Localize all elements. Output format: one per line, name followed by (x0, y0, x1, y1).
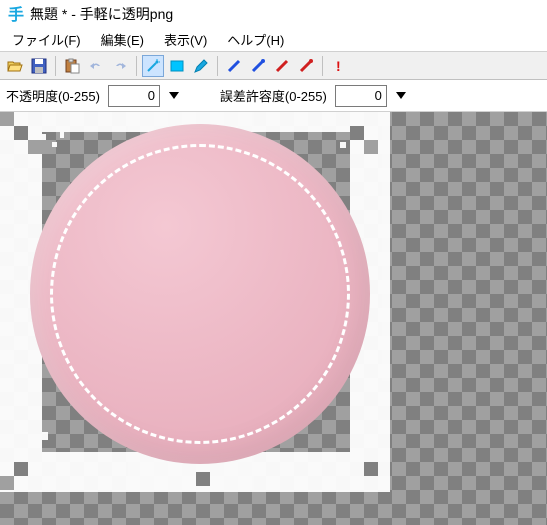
menu-file[interactable]: ファイル(F) (4, 28, 89, 51)
alert-icon[interactable]: ! (328, 55, 350, 77)
opacity-label: 不透明度(0-255) (6, 86, 100, 105)
paste-icon[interactable] (61, 55, 83, 77)
param-bar: 不透明度(0-255) 誤差許容度(0-255) (0, 80, 547, 112)
window-title: 無題 * - 手軽に透明png (30, 4, 173, 24)
open-icon[interactable] (4, 55, 26, 77)
tolerance-input[interactable] (335, 85, 387, 107)
svg-text:!: ! (336, 58, 341, 74)
canvas-area (0, 112, 547, 525)
eraser-tool-icon[interactable] (166, 55, 188, 77)
canvas[interactable] (0, 112, 547, 525)
undo-icon[interactable] (85, 55, 107, 77)
redo-icon[interactable] (109, 55, 131, 77)
fill-darkred-icon[interactable] (295, 55, 317, 77)
tolerance-label: 誤差許容度(0-255) (220, 86, 327, 105)
image-circle (30, 124, 370, 464)
svg-text:手: 手 (8, 5, 24, 23)
separator (136, 56, 137, 76)
separator (55, 56, 56, 76)
menu-edit[interactable]: 編集(E) (93, 28, 152, 51)
fill-cyan-icon[interactable] (247, 55, 269, 77)
titlebar: 手 無題 * - 手軽に透明png (0, 0, 547, 28)
opacity-dropdown-icon[interactable] (168, 89, 182, 103)
fill-blue-icon[interactable] (223, 55, 245, 77)
toolbar: ! (0, 52, 547, 80)
menu-view[interactable]: 表示(V) (156, 28, 215, 51)
menu-help[interactable]: ヘルプ(H) (219, 28, 292, 51)
save-icon[interactable] (28, 55, 50, 77)
tolerance-dropdown-icon[interactable] (395, 89, 409, 103)
separator (217, 56, 218, 76)
separator (322, 56, 323, 76)
wand-tool-icon[interactable] (142, 55, 164, 77)
opacity-input[interactable] (108, 85, 160, 107)
pen-tool-icon[interactable] (190, 55, 212, 77)
fill-red-icon[interactable] (271, 55, 293, 77)
menubar: ファイル(F) 編集(E) 表示(V) ヘルプ(H) (0, 28, 547, 52)
app-icon: 手 (6, 5, 24, 23)
